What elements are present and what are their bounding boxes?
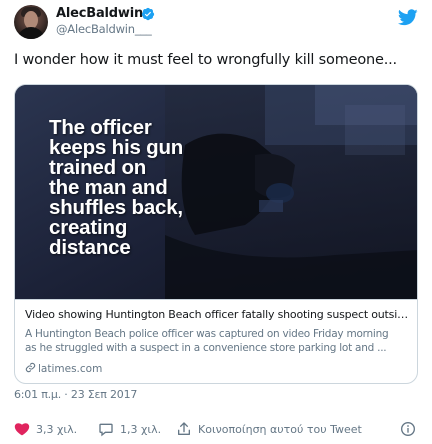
share-label: Κοινοποίηση αυτού του Tweet — [198, 422, 362, 436]
reply-count: 1,3 χιλ. — [120, 422, 162, 436]
like-count: 3,3 χιλ. — [36, 422, 78, 436]
info-button[interactable] — [400, 420, 418, 438]
video-thumbnail[interactable]: The officer keeps his gun trained on the… — [15, 85, 417, 299]
card-link[interactable]: latimes.com — [25, 362, 102, 375]
display-name[interactable]: AlecBaldwin — [56, 6, 143, 21]
info-icon — [401, 422, 415, 436]
card-domain: latimes.com — [38, 363, 103, 375]
reply-button[interactable]: 1,3 χιλ. — [98, 420, 161, 438]
timestamp[interactable]: 6:01 π.μ. · 23 Σεπ 2017 — [14, 388, 137, 401]
tweet-text: I wonder how it must feel to wrongfully … — [14, 52, 397, 68]
share-button[interactable]: Κοινοποίηση αυτού του Tweet — [176, 420, 362, 438]
verified-badge-icon — [141, 7, 155, 21]
link-card[interactable]: The officer keeps his gun trained on the… — [14, 84, 418, 384]
handle[interactable]: @AlecBaldwin___ — [56, 22, 152, 36]
tweet-header: AlecBaldwin @AlecBaldwin___ — [14, 5, 418, 41]
link-icon — [25, 362, 36, 373]
video-caption-overlay: The officer keeps his gun trained on the… — [49, 116, 184, 259]
like-button[interactable]: 3,3 χιλ. — [14, 420, 77, 438]
share-icon — [178, 422, 190, 435]
card-description: A Huntington Beach police officer was ca… — [25, 328, 389, 354]
heart-icon — [14, 423, 30, 436]
twitter-bird-icon[interactable] — [398, 9, 418, 26]
avatar[interactable] — [14, 5, 48, 39]
speech-bubble-icon — [99, 423, 113, 437]
tweet-actions: 3,3 χιλ. 1,3 χιλ. Κοινοποίηση αυτού του … — [14, 420, 418, 440]
card-info: Video showing Huntington Beach officer f… — [15, 299, 417, 383]
card-title[interactable]: Video showing Huntington Beach officer f… — [25, 308, 411, 321]
